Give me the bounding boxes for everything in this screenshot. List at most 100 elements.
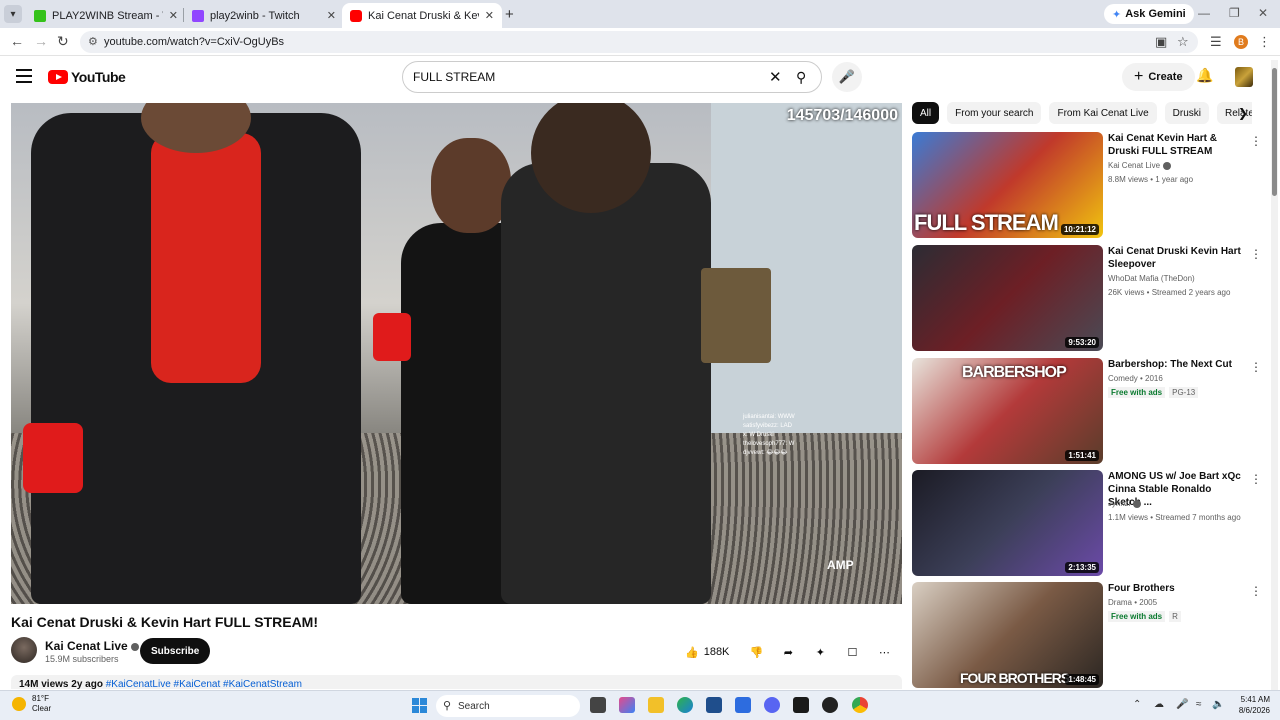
microphone-icon[interactable]: 🎤 <box>1176 699 1188 710</box>
youtube-play-icon <box>48 70 68 84</box>
recommendation-item[interactable]: BARBERSHOP 1:51:41 Barbershop: The Next … <box>912 358 1262 464</box>
new-tab-button[interactable]: + <box>505 6 514 23</box>
more-options-icon[interactable]: ⋮ <box>1250 472 1262 486</box>
chip-druski[interactable]: Druski <box>1164 102 1209 124</box>
close-tab-icon[interactable]: ✕ <box>169 9 178 22</box>
stream-counter-overlay: 145703/146000 <box>786 107 898 124</box>
browser-tab-play2winb-stream[interactable]: PLAY2WINB Stream - Watch Li ✕ <box>26 3 186 28</box>
browser-tab-youtube-active[interactable]: Kai Cenat Druski & Kevin H ✕ <box>342 3 502 28</box>
thumbs-up-icon: 👍 <box>685 646 699 659</box>
youtube-logo[interactable]: YouTube <box>48 69 126 85</box>
more-options-icon[interactable]: ⋮ <box>1250 360 1262 374</box>
clear-search-icon[interactable]: ✕ <box>769 68 782 86</box>
more-options-icon[interactable]: ⋮ <box>1250 584 1262 598</box>
more-options-icon[interactable]: ⋮ <box>1250 247 1262 261</box>
search-input[interactable]: FULL STREAM ✕ ⚲ <box>402 61 822 93</box>
chip-from-kai-cenat-live[interactable]: From Kai Cenat Live <box>1049 102 1157 124</box>
obs-icon[interactable] <box>822 697 838 713</box>
video-thumbnail[interactable]: FULL STREAM 10:21:12 <box>912 132 1103 238</box>
bookmark-star-icon[interactable]: ☆ <box>1177 34 1189 50</box>
weather-widget[interactable]: 81°F Clear <box>12 694 51 714</box>
more-horizontal-icon: ⋯ <box>878 646 890 659</box>
channel-avatar[interactable] <box>11 637 37 663</box>
video-player[interactable]: 145703/146000 julianisantai: WWW satisfy… <box>11 103 902 604</box>
chrome-icon[interactable] <box>852 697 868 713</box>
guide-menu-icon[interactable] <box>16 69 32 83</box>
account-avatar[interactable] <box>1235 67 1253 87</box>
show-hidden-icons-chevron-icon[interactable]: ⌃ <box>1133 699 1141 710</box>
edge-icon[interactable] <box>677 697 693 713</box>
forward-arrow-icon[interactable]: → <box>34 33 48 49</box>
copilot-icon[interactable] <box>619 697 635 713</box>
install-app-icon[interactable]: ▣ <box>1155 34 1167 50</box>
dislike-button[interactable]: 👎 <box>743 639 770 665</box>
verified-badge-icon <box>1163 161 1172 170</box>
task-view-icon[interactable] <box>590 697 606 713</box>
recommendation-item[interactable]: FOUR BROTHERS 1:48:45 Four Brothers Dram… <box>912 582 1262 688</box>
recommendation-item[interactable]: 9:53:20 Kai Cenat Druski Kevin Hart Slee… <box>912 245 1262 351</box>
chevron-right-icon[interactable]: ❯ <box>1238 106 1248 120</box>
chip-all[interactable]: All <box>912 102 940 124</box>
media-control-icon[interactable]: ☰ <box>1210 34 1222 50</box>
video-title: Kai Cenat Druski & Kevin Hart FULL STREA… <box>11 614 319 630</box>
voice-search-mic-icon[interactable]: 🎤 <box>832 62 862 92</box>
minimize-window-icon[interactable]: — <box>1198 6 1210 20</box>
microsoft-store-icon[interactable] <box>706 697 722 713</box>
close-tab-icon[interactable]: ✕ <box>485 9 494 22</box>
restore-window-icon[interactable]: ❐ <box>1229 6 1240 20</box>
like-button[interactable]: 👍 188K <box>677 639 738 665</box>
wifi-icon[interactable]: ≈ <box>1196 699 1202 710</box>
more-options-icon[interactable]: ⋮ <box>1250 134 1262 148</box>
search-icon: ⚲ <box>443 700 452 712</box>
subscribe-button[interactable]: Subscribe <box>140 638 211 664</box>
reload-icon[interactable]: ↻ <box>57 33 69 50</box>
windows-taskbar: 81°F Clear ⚲ Search ⌃ ☁ 🎤 ≈ 🔈 5:41 AM 8/… <box>0 690 1280 720</box>
description-box[interactable]: 14M views 2y ago #KaiCenatLive #KaiCenat… <box>11 675 902 689</box>
subscriber-count: 15.9M subscribers <box>45 654 119 664</box>
browser-menu-icon[interactable]: ⋮ <box>1258 34 1271 50</box>
create-button[interactable]: + Create <box>1122 63 1195 91</box>
outlook-icon[interactable] <box>735 697 751 713</box>
ask-ai-button[interactable]: ✦ <box>807 639 834 665</box>
more-actions-button[interactable]: ⋯ <box>871 639 898 665</box>
back-arrow-icon[interactable]: ← <box>10 33 24 49</box>
address-bar[interactable]: ⚙ youtube.com/watch?v=CxiV-OgUyBs <box>80 31 1198 53</box>
terminal-app-icon[interactable] <box>793 697 809 713</box>
browser-toolbar: ← → ↻ ⚙ youtube.com/watch?v=CxiV-OgUyBs … <box>0 28 1280 56</box>
close-tab-icon[interactable]: ✕ <box>327 9 336 22</box>
network-icon[interactable]: ☁ <box>1154 699 1164 710</box>
video-thumbnail[interactable]: FOUR BROTHERS 1:48:45 <box>912 582 1103 688</box>
tab-search-button[interactable]: ▾ <box>4 5 22 23</box>
video-thumbnail[interactable]: BARBERSHOP 1:51:41 <box>912 358 1103 464</box>
browser-profile-avatar[interactable]: B <box>1234 35 1248 49</box>
video-thumbnail[interactable]: 9:53:20 <box>912 245 1103 351</box>
youtube-favicon-icon <box>350 9 362 22</box>
channel-name[interactable]: Kai Cenat Live <box>45 639 139 653</box>
search-icon[interactable]: ⚲ <box>796 69 806 86</box>
file-explorer-icon[interactable] <box>648 697 664 713</box>
notifications-bell-icon[interactable]: 🔔 <box>1196 67 1213 84</box>
chip-from-your-search[interactable]: From your search <box>947 102 1042 124</box>
recommendation-item[interactable]: 2:13:35 AMONG US w/ Joe Bart xQc Cinna S… <box>912 470 1262 576</box>
volume-icon[interactable]: 🔈 <box>1212 699 1224 710</box>
save-button[interactable]: ☐ <box>839 639 866 665</box>
recommendation-item[interactable]: FULL STREAM 10:21:12 Kai Cenat Kevin Har… <box>912 132 1262 238</box>
thumbs-down-icon: 👎 <box>749 646 764 659</box>
browser-tab-bar: ▾ PLAY2WINB Stream - Watch Li ✕ play2win… <box>0 0 1280 28</box>
system-clock[interactable]: 5:41 AM 8/6/2026 <box>1226 694 1270 716</box>
page-scrollbar[interactable] <box>1271 60 1278 690</box>
twitch-favicon-icon <box>192 9 204 22</box>
discord-icon[interactable] <box>764 697 780 713</box>
related-filter-chips: All From your search From Kai Cenat Live… <box>912 102 1252 124</box>
close-window-icon[interactable]: ✕ <box>1258 6 1268 20</box>
site-info-icon[interactable]: ⚙ <box>88 35 98 48</box>
taskbar-search-box[interactable]: ⚲ Search <box>436 695 580 717</box>
video-thumbnail[interactable]: 2:13:35 <box>912 470 1103 576</box>
ask-gemini-button[interactable]: ✦ Ask Gemini <box>1104 4 1194 24</box>
moon-weather-icon <box>12 697 26 711</box>
share-arrow-icon: ➦ <box>783 646 794 659</box>
windows-start-icon[interactable] <box>412 698 427 713</box>
browser-tab-twitch[interactable]: play2winb - Twitch ✕ <box>184 3 344 28</box>
share-button[interactable]: ➦ <box>775 639 802 665</box>
scrollbar-thumb[interactable] <box>1272 68 1277 196</box>
